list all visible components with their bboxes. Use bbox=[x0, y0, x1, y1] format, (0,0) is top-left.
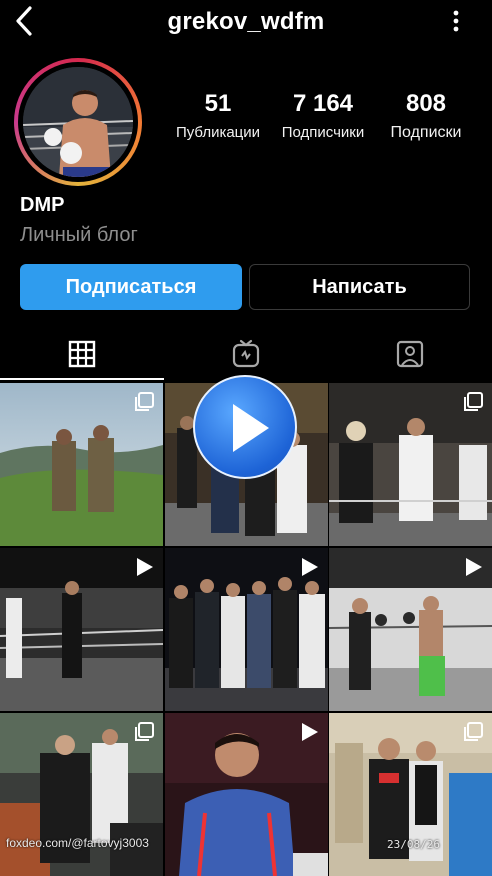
message-button[interactable]: Написать bbox=[249, 264, 470, 310]
watermark-text: foxdeo.com/@fartovyj3003 bbox=[6, 836, 149, 850]
post-thumbnail[interactable] bbox=[0, 383, 163, 546]
following-stat[interactable]: 808 Подписки bbox=[376, 90, 476, 142]
carousel-icon bbox=[135, 392, 154, 411]
video-icon bbox=[466, 558, 482, 576]
video-icon bbox=[302, 558, 318, 576]
carousel-icon bbox=[464, 722, 483, 741]
story-ring[interactable] bbox=[14, 58, 142, 186]
followers-label: Подписчики bbox=[281, 124, 365, 141]
grid-icon bbox=[68, 340, 96, 368]
igtv-icon bbox=[232, 339, 260, 368]
following-label: Подписки bbox=[390, 124, 462, 141]
profile-username: grekov_wdfm bbox=[167, 8, 325, 35]
profile-header: grekov_wdfm bbox=[0, 0, 492, 44]
profile-tabs bbox=[0, 328, 492, 380]
video-icon bbox=[137, 558, 153, 576]
posts-count: 51 bbox=[204, 90, 232, 117]
more-options-icon[interactable] bbox=[446, 8, 466, 34]
followers-stat[interactable]: 7 164 Подписчики bbox=[270, 90, 376, 141]
tab-tagged[interactable] bbox=[328, 328, 492, 380]
post-thumbnail[interactable] bbox=[329, 548, 492, 711]
video-icon bbox=[302, 723, 318, 741]
watermark-date: 23/08/26 bbox=[387, 838, 440, 851]
tab-igtv[interactable] bbox=[164, 328, 328, 380]
post-thumbnail[interactable] bbox=[329, 383, 492, 546]
tagged-icon bbox=[396, 340, 424, 368]
posts-stat[interactable]: 51 Публикации bbox=[166, 90, 270, 141]
tab-grid[interactable] bbox=[0, 328, 164, 380]
avatar[interactable] bbox=[23, 67, 133, 177]
carousel-icon bbox=[135, 722, 154, 741]
profile-name: DMP bbox=[20, 194, 65, 216]
play-icon bbox=[233, 404, 269, 452]
active-tab-indicator bbox=[0, 378, 164, 380]
followers-count: 7 164 bbox=[292, 90, 354, 117]
follow-button[interactable]: Подписаться bbox=[20, 264, 242, 310]
post-thumbnail[interactable] bbox=[165, 548, 328, 711]
carousel-icon bbox=[464, 392, 483, 411]
posts-label: Публикации bbox=[175, 124, 261, 141]
post-thumbnail[interactable] bbox=[0, 548, 163, 711]
profile-category: Личный блог bbox=[20, 224, 138, 246]
video-play-button[interactable] bbox=[193, 375, 297, 479]
following-count: 808 bbox=[405, 90, 447, 117]
